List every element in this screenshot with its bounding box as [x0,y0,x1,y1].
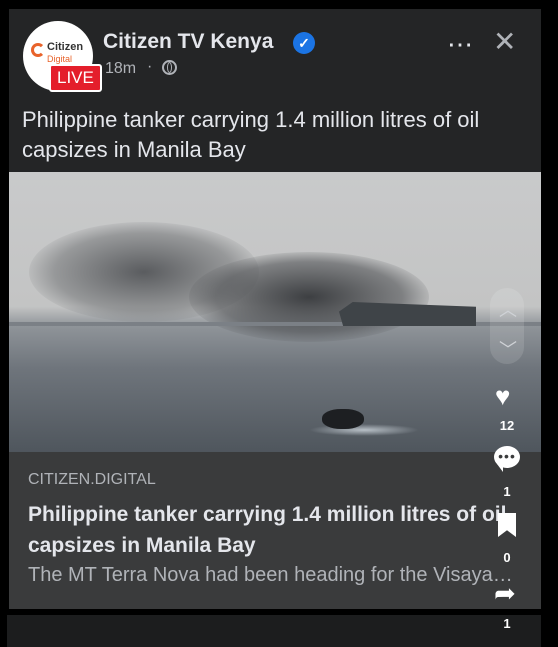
meta-separator: · [147,58,153,75]
page-name-link[interactable]: Citizen TV Kenya [103,30,273,54]
link-domain: CITIZEN.DIGITAL [28,471,156,488]
globe-icon [162,60,177,75]
share-count: 1 [503,616,511,631]
post-photo[interactable] [9,172,541,452]
chevron-down-icon[interactable]: ﹀ [499,336,517,362]
smoke-plume [189,252,429,342]
like-count: 12 [499,418,515,433]
post-timestamp[interactable]: 18m [105,60,136,78]
link-preview[interactable]: CITIZEN.DIGITAL Philippine tanker carryi… [9,452,541,609]
citizen-logo-icon [31,43,45,57]
bookmark-icon[interactable] [498,513,516,537]
avatar-brand-line2: Digital [47,54,73,64]
comment-count: 1 [503,484,511,499]
post-text: Philippine tanker carrying 1.4 million l… [22,107,480,162]
chevron-up-icon[interactable]: ︿ [499,296,517,322]
scroll-control[interactable]: ︿ ﹀ [490,288,524,364]
next-post-edge [7,615,541,647]
comment-icon[interactable]: ••• [494,446,520,472]
more-options-icon[interactable]: ⋯ [447,29,474,60]
post-card: Citizen Digital LIVE Citizen TV Kenya ✓ … [9,9,541,609]
avatar-brand-line1: Citizen [47,41,84,53]
link-title[interactable]: Philippine tanker carrying 1.4 million l… [28,499,518,561]
link-description: The MT Terra Nova had been heading for t… [28,564,518,586]
verified-badge-icon: ✓ [293,32,315,54]
heart-icon[interactable]: ♥ [495,383,510,409]
close-icon[interactable]: ✕ [493,25,516,58]
small-boat [322,409,364,429]
side-action-bar: ︿ ﹀ ♥ 12 ••• 1 0 ➦ 1 [490,288,524,647]
tanker-ship [339,302,476,326]
save-count: 0 [503,550,511,565]
live-badge: LIVE [49,64,102,92]
share-icon[interactable]: ➦ [494,580,516,606]
